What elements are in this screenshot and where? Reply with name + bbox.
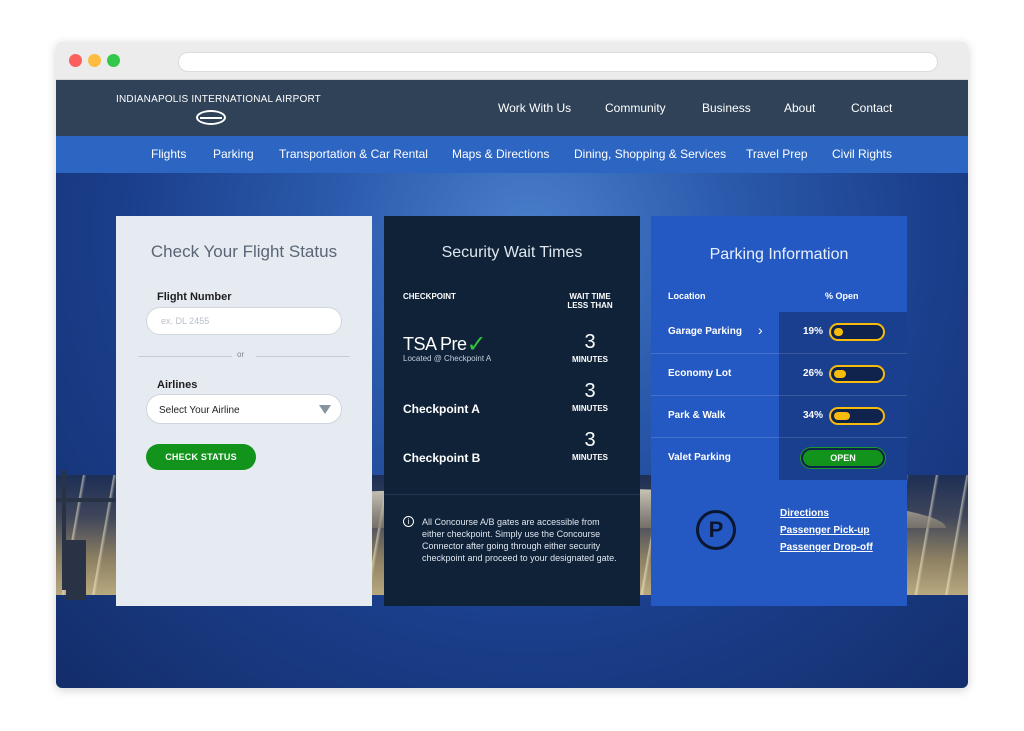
checkpoint-a-wait: 3 (584, 380, 596, 402)
airplane-icon[interactable] (196, 110, 226, 125)
nav-transportation[interactable]: Transportation & Car Rental (279, 147, 428, 161)
banner (66, 540, 86, 600)
location-header: Location (668, 291, 706, 301)
parking-icon: P (696, 510, 736, 550)
parking-location-name: Park & Walk (668, 410, 726, 421)
passenger-dropoff-link[interactable]: Passenger Drop-off (780, 542, 873, 553)
checkpoint-b-unit: MINUTES (572, 453, 608, 462)
wait-time-header: WAIT TIME LESS THAN (560, 292, 620, 310)
main-nav: Flights Parking Transportation & Car Ren… (56, 136, 968, 173)
security-divider (384, 494, 640, 495)
lamp-arm (56, 498, 116, 502)
parking-gauge (829, 323, 885, 341)
tsa-pre-label: TSA Pre✓ (403, 328, 487, 358)
parking-title: Parking Information (709, 246, 849, 263)
chevron-down-icon (319, 405, 331, 414)
nav-civil-rights[interactable]: Civil Rights (832, 147, 892, 161)
nav-dining-shopping[interactable]: Dining, Shopping & Services (574, 147, 726, 161)
wait-time-header-line2: LESS THAN (567, 301, 613, 310)
parking-gauge-fill (834, 328, 843, 336)
security-wait-panel: Security Wait Times CHECKPOINT WAIT TIME… (384, 216, 640, 606)
tsa-pre-wait: 3 (584, 331, 596, 353)
address-bar[interactable] (178, 52, 938, 72)
parking-gauge (829, 407, 885, 425)
flight-status-title: Check Your Flight Status (150, 242, 338, 261)
nav-maps-directions[interactable]: Maps & Directions (452, 147, 549, 161)
wait-time-header-line1: WAIT TIME (569, 292, 611, 301)
nav-parking[interactable]: Parking (213, 147, 254, 161)
parking-row-valet[interactable]: Valet Parking OPEN (651, 438, 907, 480)
parking-status-cell: OPEN (779, 438, 907, 480)
top-nav-contact[interactable]: Contact (851, 101, 892, 115)
or-separator: or (237, 350, 245, 359)
parking-percent: 19% (803, 326, 824, 337)
checkpoint-header: CHECKPOINT (403, 292, 456, 301)
minimize-window-button[interactable] (88, 54, 101, 67)
flight-number-label: Flight Number (157, 291, 232, 303)
checkpoint-b-wait: 3 (584, 429, 596, 451)
top-bar: INDIANAPOLIS INTERNATIONAL AIRPORT Work … (56, 80, 968, 136)
parking-row-park-walk[interactable]: Park & Walk 34% (651, 396, 907, 438)
percent-open-header: % Open (825, 291, 859, 301)
browser-window: INDIANAPOLIS INTERNATIONAL AIRPORT Work … (56, 42, 968, 688)
airline-select[interactable]: Select Your Airline (146, 394, 342, 424)
top-nav-business[interactable]: Business (702, 101, 751, 115)
site-logo-text[interactable]: INDIANAPOLIS INTERNATIONAL AIRPORT (116, 94, 321, 105)
airline-select-value: Select Your Airline (159, 405, 240, 416)
flight-number-input[interactable] (146, 307, 342, 335)
info-icon: i (403, 516, 414, 527)
parking-status-cell: 19% (779, 312, 907, 354)
top-nav-about[interactable]: About (784, 101, 815, 115)
parking-gauge-fill (834, 370, 846, 378)
top-nav-work-with-us[interactable]: Work With Us (498, 101, 571, 115)
parking-location-name: Garage Parking (668, 326, 742, 337)
checkpoint-b-label: Checkpoint B (403, 451, 481, 465)
chevron-right-icon[interactable]: › (758, 322, 763, 338)
flight-status-panel: Check Your Flight Status Flight Number o… (116, 216, 372, 606)
divider-left (138, 356, 232, 357)
passenger-pickup-link[interactable]: Passenger Pick-up (780, 525, 869, 536)
parking-gauge (829, 365, 885, 383)
parking-gauge-fill (834, 412, 850, 420)
website: INDIANAPOLIS INTERNATIONAL AIRPORT Work … (56, 80, 968, 688)
parking-info-panel: Parking Information Location % Open Gara… (651, 216, 907, 606)
nav-flights[interactable]: Flights (151, 147, 186, 161)
top-nav-community[interactable]: Community (605, 101, 666, 115)
security-title: Security Wait Times (441, 244, 583, 261)
parking-location-name: Economy Lot (668, 368, 732, 379)
directions-link[interactable]: Directions (780, 508, 829, 519)
parking-percent: 34% (803, 410, 824, 421)
security-note: All Concourse A/B gates are accessible f… (422, 517, 617, 563)
parking-percent: 26% (803, 368, 824, 379)
check-status-button[interactable]: CHECK STATUS (146, 444, 256, 470)
parking-status-cell: 34% (779, 396, 907, 438)
close-window-button[interactable] (69, 54, 82, 67)
tsa-pre-unit: MINUTES (572, 355, 608, 364)
parking-status-cell: 26% (779, 354, 907, 396)
valet-open-badge: OPEN (801, 448, 885, 468)
nav-travel-prep[interactable]: Travel Prep (746, 147, 808, 161)
tsa-pre-text: TSA Pre (403, 334, 467, 354)
divider-right (256, 356, 350, 357)
airlines-label: Airlines (157, 379, 198, 391)
parking-row-garage[interactable]: Garage Parking › 19% (651, 312, 907, 354)
checkpoint-a-label: Checkpoint A (403, 402, 480, 416)
tsa-pre-location: Located @ Checkpoint A (403, 354, 492, 363)
parking-row-economy[interactable]: Economy Lot 26% (651, 354, 907, 396)
browser-chrome (56, 42, 968, 80)
parking-location-name: Valet Parking (668, 452, 731, 463)
checkpoint-a-unit: MINUTES (572, 404, 608, 413)
maximize-window-button[interactable] (107, 54, 120, 67)
